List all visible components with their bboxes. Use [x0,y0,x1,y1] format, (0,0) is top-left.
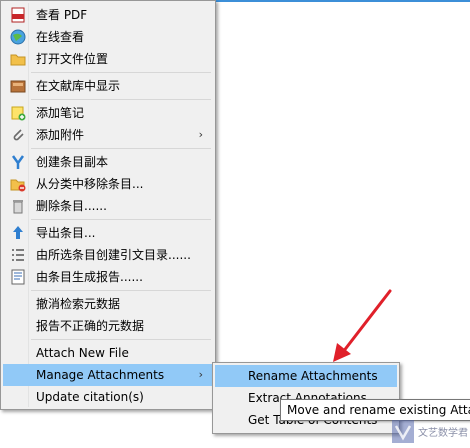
annotation-arrow [333,289,392,362]
svg-text:文艺数学君: 文艺数学君 [418,426,468,439]
watermark-logo: 文艺数学君 [392,418,470,445]
